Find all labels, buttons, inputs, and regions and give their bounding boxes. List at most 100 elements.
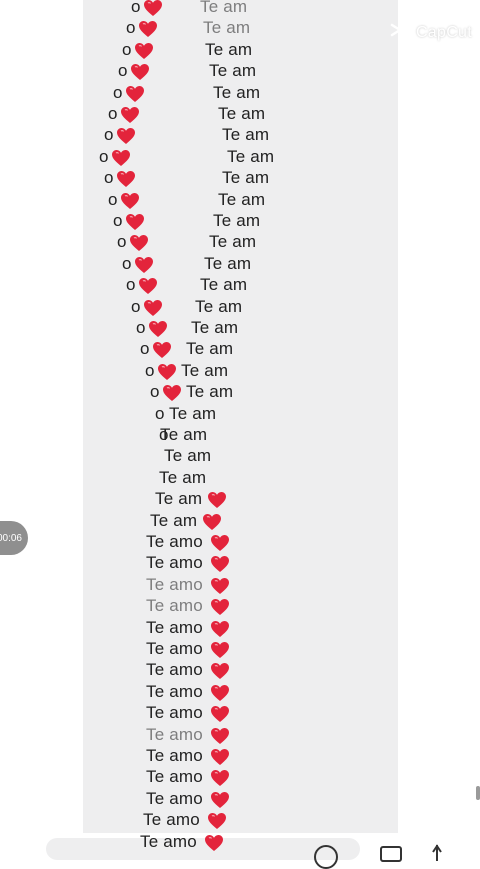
message-text: Te am <box>191 318 239 337</box>
red-heart-icon <box>210 662 230 680</box>
line-letter-o: o <box>122 39 132 59</box>
message-text: Te amo <box>146 639 203 658</box>
message-text: Te amo <box>140 831 197 851</box>
red-heart-icon <box>202 513 222 531</box>
emoji-button[interactable] <box>314 845 338 869</box>
line-letter-o: o <box>126 18 136 38</box>
message-text: Te am <box>209 61 257 81</box>
message-text: Te amo <box>146 553 203 573</box>
line-letter-o: o <box>113 82 123 102</box>
timer-text: 00:06 <box>0 532 22 544</box>
line-letter-o: o <box>140 339 150 359</box>
line-letter-o: o <box>131 0 141 16</box>
red-heart-icon <box>116 170 136 188</box>
red-heart-icon <box>143 299 163 317</box>
message-text: Te am <box>159 467 207 487</box>
red-heart-icon <box>138 20 158 38</box>
red-heart-icon <box>116 127 136 145</box>
message-text: Te am <box>218 104 266 123</box>
message-text: Te amo <box>146 574 203 594</box>
capcut-watermark: CapCut <box>390 22 472 43</box>
message-text: Te am <box>213 211 261 230</box>
red-heart-icon <box>210 620 230 638</box>
message-text: Te amo <box>146 681 203 701</box>
message-text: Te am <box>181 360 229 380</box>
camera-button[interactable] <box>380 846 402 862</box>
line-letter-o: o <box>118 61 128 81</box>
red-heart-icon <box>210 791 230 809</box>
message-text: Te am <box>169 403 217 423</box>
line-letter-o: o <box>104 125 114 145</box>
red-heart-icon <box>210 598 230 616</box>
message-text: Te am <box>200 0 248 16</box>
line-letter-o: o <box>136 318 146 337</box>
line-letter-o: o <box>155 403 165 423</box>
red-heart-icon <box>130 63 150 81</box>
red-heart-icon <box>152 341 172 359</box>
message-text: Te am <box>150 510 198 530</box>
red-heart-icon <box>210 684 230 702</box>
line-letter-o: o <box>145 360 155 380</box>
message-text: Te amo <box>146 617 203 637</box>
red-heart-icon <box>210 769 230 787</box>
message-text: Te am <box>209 232 257 252</box>
message-text: Te amo <box>146 767 203 787</box>
message-text: Te am <box>222 125 270 145</box>
message-text: Te amo <box>143 810 200 830</box>
message-text: Te amo <box>146 788 203 808</box>
message-text: Te am <box>155 489 203 509</box>
red-heart-icon <box>210 705 230 723</box>
red-heart-icon <box>210 555 230 573</box>
message-text: Te am <box>204 253 252 273</box>
red-heart-icon <box>129 234 149 252</box>
red-heart-icon <box>207 812 227 830</box>
red-heart-icon <box>120 192 140 210</box>
message-text: Te am <box>195 296 243 316</box>
message-text: Te amo <box>146 746 203 765</box>
red-heart-icon <box>143 0 163 17</box>
line-letter-o: o <box>104 168 114 188</box>
red-heart-icon <box>157 363 177 381</box>
red-heart-icon <box>134 256 154 274</box>
message-text: Te am <box>227 146 275 166</box>
capcut-logo-icon <box>390 22 412 43</box>
message-text: Te amo <box>146 596 203 616</box>
message-text: Te am <box>213 82 261 102</box>
message-text: Te am <box>218 189 266 209</box>
scrollbar-thumb[interactable] <box>476 786 480 800</box>
line-letter-o: o <box>122 253 132 273</box>
message-text: Te am <box>160 425 208 444</box>
red-heart-icon <box>207 491 227 509</box>
message-text: Te amo <box>146 660 203 680</box>
red-heart-icon <box>210 534 230 552</box>
red-heart-icon <box>111 149 131 167</box>
red-heart-icon <box>125 213 145 231</box>
red-heart-icon <box>162 384 182 402</box>
red-heart-icon <box>210 577 230 595</box>
line-letter-o: o <box>99 146 109 166</box>
red-heart-icon <box>210 748 230 766</box>
message-text: Te amo <box>146 532 203 551</box>
red-heart-icon <box>210 727 230 745</box>
red-heart-icon <box>210 641 230 659</box>
message-input[interactable] <box>46 838 360 860</box>
line-letter-o: o <box>131 296 141 316</box>
message-text: Te am <box>222 168 270 188</box>
message-text: Te am <box>164 446 212 466</box>
line-letter-o: o <box>108 189 118 209</box>
message-text: Te am <box>200 275 248 295</box>
message-text: Te amo <box>146 724 203 744</box>
line-letter-o: o <box>108 104 118 123</box>
red-heart-icon <box>148 320 168 338</box>
red-heart-icon <box>204 834 224 852</box>
message-text: Te am <box>186 382 234 402</box>
red-heart-icon <box>134 42 154 60</box>
line-letter-o: o <box>126 275 136 295</box>
line-letter-o: o <box>117 232 127 252</box>
red-heart-icon <box>125 85 145 103</box>
message-text: Te am <box>205 39 253 59</box>
red-heart-icon <box>138 277 158 295</box>
watermark-text: CapCut <box>415 23 472 41</box>
recording-timer: 00:06 <box>0 521 28 555</box>
mic-button[interactable] <box>430 844 444 862</box>
